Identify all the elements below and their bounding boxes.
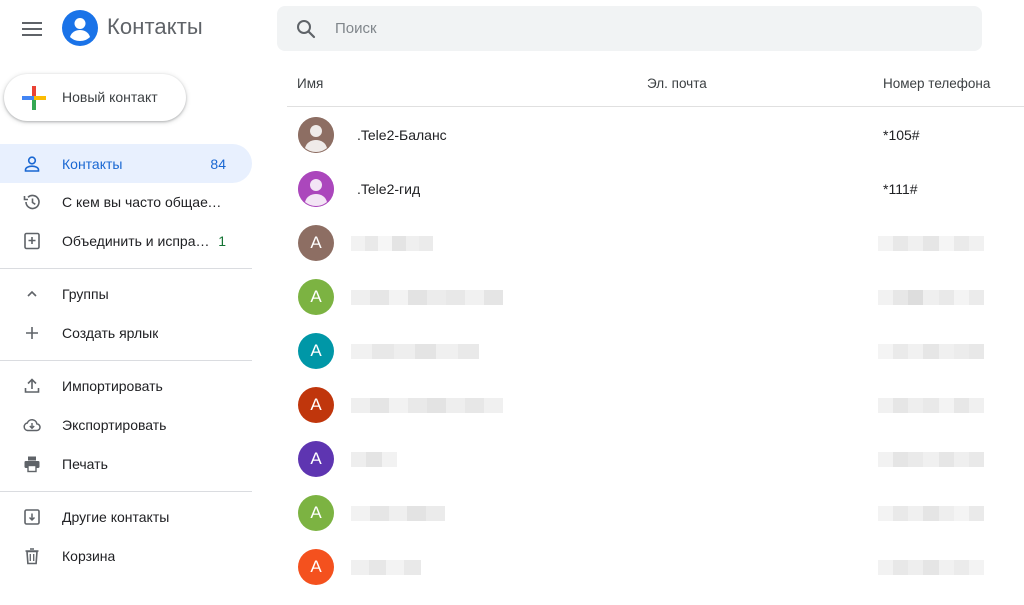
- cloud-download-icon: [22, 415, 42, 435]
- chevron-up-icon: [22, 284, 42, 304]
- app-title: Контакты: [107, 14, 203, 39]
- blurred-phone: [878, 236, 984, 251]
- sidebar-item-other-contacts[interactable]: Другие контакты: [0, 497, 252, 536]
- contacts-count: 84: [210, 156, 226, 172]
- hamburger-menu-icon[interactable]: [18, 16, 46, 42]
- column-header-phone[interactable]: Номер телефона: [883, 76, 990, 91]
- upload-icon: [22, 376, 42, 396]
- divider: [0, 268, 252, 269]
- column-header-name[interactable]: Имя: [297, 76, 323, 91]
- sidebar-item-label: С кем вы часто общаетесь: [62, 194, 227, 210]
- contact-name: .Tele2-гид: [357, 181, 421, 197]
- app-header: Контакты: [0, 0, 1024, 58]
- table-row[interactable]: .Tele2-Баланс *105#: [287, 108, 1024, 162]
- avatar-initial: А: [298, 333, 334, 369]
- sidebar-item-import[interactable]: Импортировать: [0, 366, 252, 405]
- blurred-name: [351, 398, 503, 413]
- sidebar-item-label: Создать ярлык: [62, 325, 159, 341]
- blurred-phone: [878, 560, 984, 575]
- archive-icon: [22, 507, 42, 527]
- new-contact-button[interactable]: Новый контакт: [4, 74, 186, 121]
- sidebar-item-label: Объединить и исправить: [62, 233, 210, 249]
- contact-phone: *105#: [883, 127, 920, 143]
- sidebar-item-label: Группы: [62, 286, 109, 302]
- blurred-name: [351, 344, 479, 359]
- table-row[interactable]: А: [287, 486, 1024, 540]
- divider: [0, 360, 252, 361]
- sidebar-item-print[interactable]: Печать: [0, 444, 252, 483]
- blurred-phone: [878, 506, 984, 521]
- blurred-phone: [878, 398, 984, 413]
- contacts-logo-icon: [62, 10, 98, 46]
- avatar-photo: [298, 171, 334, 207]
- blurred-name: [351, 560, 421, 575]
- table-row[interactable]: А: [287, 432, 1024, 486]
- printer-icon: [22, 454, 42, 474]
- contact-name: .Tele2-Баланс: [357, 127, 447, 143]
- blurred-name: [351, 290, 503, 305]
- person-icon: [22, 154, 42, 174]
- avatar-initial: А: [298, 495, 334, 531]
- sidebar-item-label: Другие контакты: [62, 509, 170, 525]
- new-contact-label: Новый контакт: [62, 89, 158, 105]
- sidebar-item-label: Корзина: [62, 548, 116, 564]
- search-bar[interactable]: [277, 6, 982, 51]
- blurred-phone: [878, 452, 984, 467]
- table-row[interactable]: А: [287, 540, 1024, 594]
- merge-count: 1: [218, 233, 226, 249]
- column-header-email[interactable]: Эл. почта: [647, 76, 707, 91]
- sidebar-item-frequent[interactable]: С кем вы часто общаетесь: [0, 182, 252, 221]
- sidebar: Новый контакт Контакты 84 С кем вы часто…: [0, 58, 260, 605]
- blurred-name: [351, 236, 434, 251]
- colorful-plus-icon: [21, 85, 47, 111]
- sidebar-item-export[interactable]: Экспортировать: [0, 405, 252, 444]
- divider: [0, 491, 252, 492]
- blurred-name: [351, 506, 445, 521]
- avatar-initial: А: [298, 387, 334, 423]
- search-input[interactable]: [335, 6, 955, 51]
- merge-icon: [22, 231, 42, 251]
- table-row[interactable]: .Tele2-гид *111#: [287, 162, 1024, 216]
- trash-icon: [22, 546, 42, 566]
- sidebar-item-trash[interactable]: Корзина: [0, 536, 252, 575]
- sidebar-item-groups[interactable]: Группы: [0, 274, 252, 313]
- table-row[interactable]: А: [287, 270, 1024, 324]
- sidebar-item-label: Печать: [62, 456, 108, 472]
- table-row[interactable]: А: [287, 378, 1024, 432]
- avatar-initial: А: [298, 549, 334, 585]
- blurred-phone: [878, 290, 984, 305]
- avatar-initial: А: [298, 225, 334, 261]
- contact-list: Имя Эл. почта Номер телефона .Tele2-Бала…: [287, 58, 1024, 605]
- sidebar-item-merge[interactable]: Объединить и исправить 1: [0, 221, 252, 260]
- sidebar-item-label: Экспортировать: [62, 417, 167, 433]
- sidebar-item-create-label[interactable]: Создать ярлык: [0, 313, 252, 352]
- search-icon[interactable]: [296, 19, 316, 39]
- avatar-initial: А: [298, 279, 334, 315]
- sidebar-item-label: Импортировать: [62, 378, 163, 394]
- plus-icon: [22, 323, 42, 343]
- blurred-phone: [878, 344, 984, 359]
- sidebar-item-contacts[interactable]: Контакты 84: [0, 144, 252, 183]
- blurred-name: [351, 452, 397, 467]
- contact-phone: *111#: [883, 181, 918, 197]
- avatar-initial: А: [298, 441, 334, 477]
- table-row[interactable]: А: [287, 216, 1024, 270]
- history-icon: [22, 192, 42, 212]
- table-row[interactable]: А: [287, 324, 1024, 378]
- avatar-photo: [298, 117, 334, 153]
- header-divider: [287, 106, 1024, 107]
- sidebar-item-label: Контакты: [62, 156, 123, 172]
